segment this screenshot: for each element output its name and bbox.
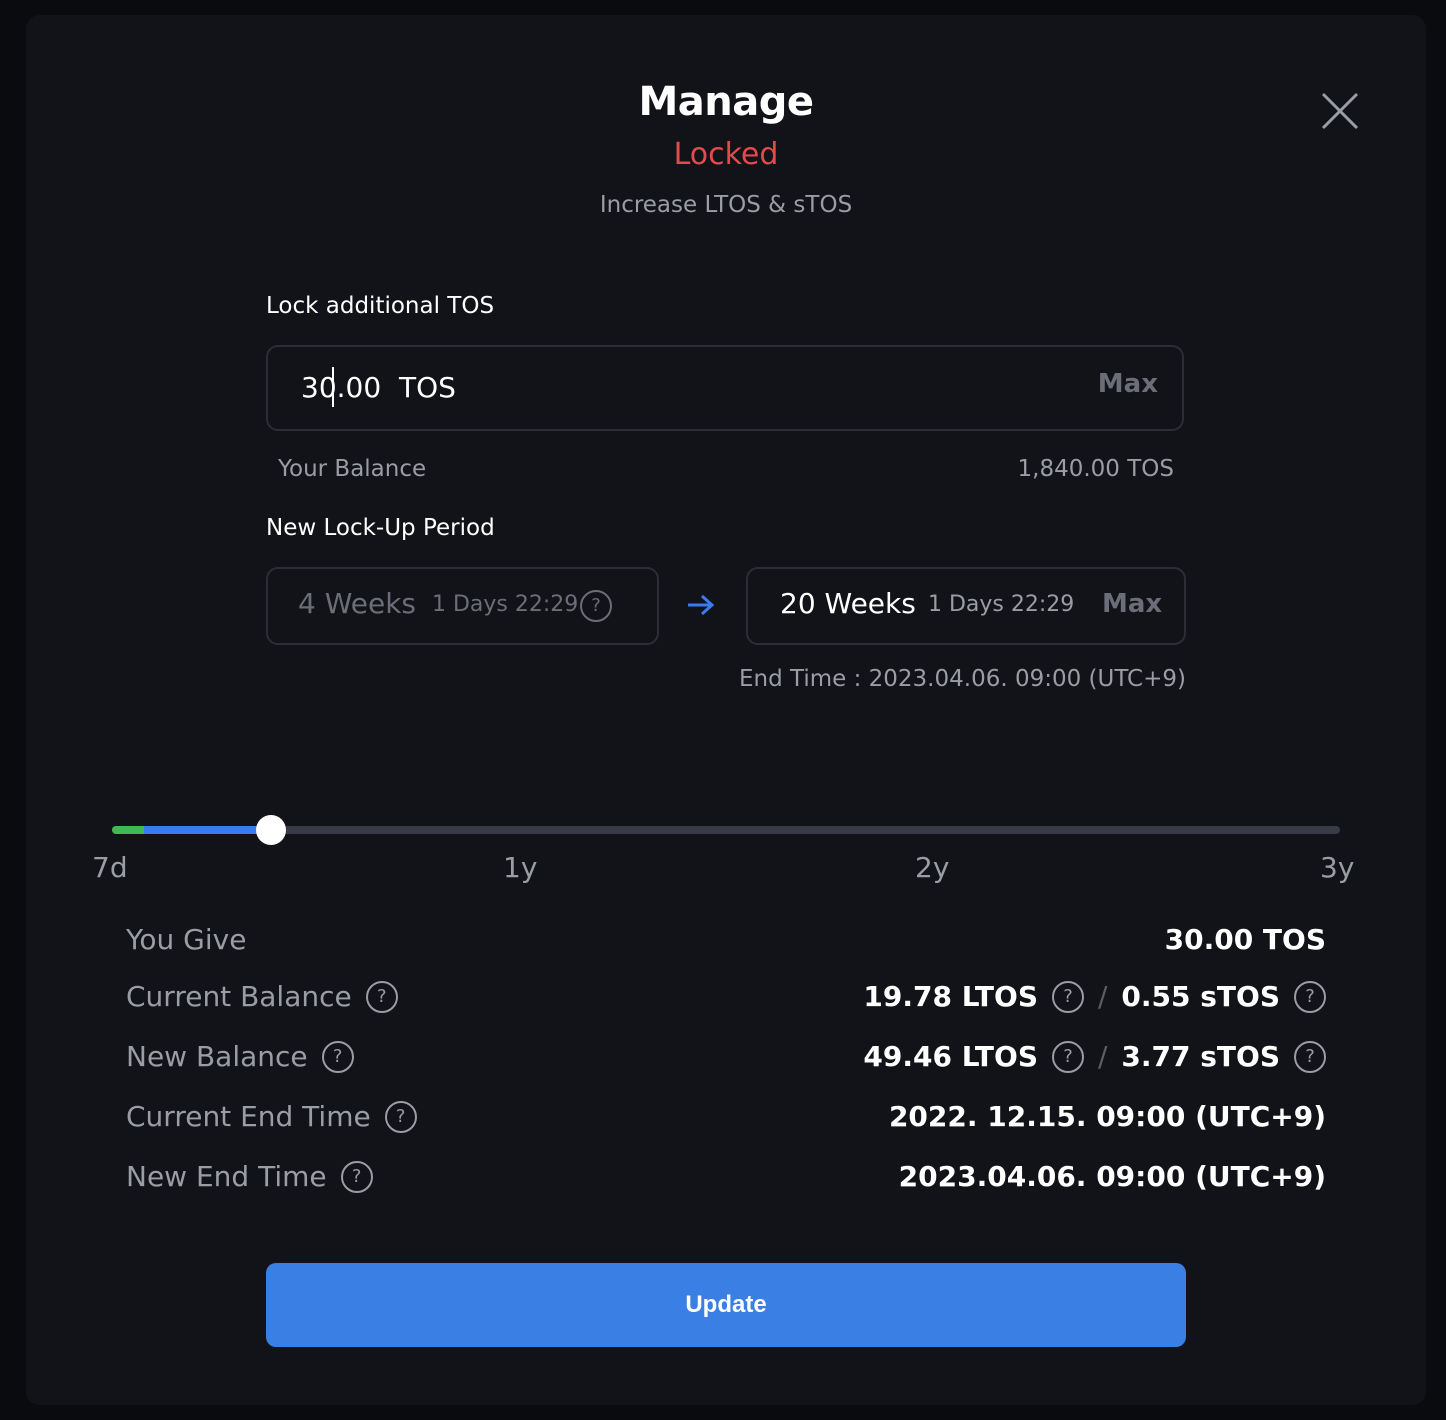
amount-value: 30.00 (301, 371, 382, 404)
tick-label: 7d (92, 851, 128, 884)
new-end-time-value: 2023.04.06. 09:00 (UTC+9) (899, 1160, 1326, 1193)
close-icon[interactable] (1320, 91, 1360, 131)
lock-amount-value: 30.00 TOS (301, 371, 456, 404)
help-circle-icon[interactable]: ? (580, 590, 612, 622)
separator: / (1097, 980, 1108, 1013)
lock-amount-input[interactable]: 30.00 TOS Max (266, 345, 1184, 431)
new-end-time-label: New End Time ? (126, 1160, 373, 1193)
current-days: 1 Days 22:29 (432, 592, 579, 617)
new-balance-value: 49.46 LTOS ? / 3.77 sTOS ? (863, 1040, 1326, 1073)
new-days: 1 Days 22:29 (928, 592, 1075, 617)
tick-label: 3y (1320, 851, 1355, 884)
balance-value: 1,840.00 TOS (1017, 456, 1175, 482)
new-balance-label-text: New Balance (126, 1040, 308, 1073)
help-circle-icon[interactable]: ? (1294, 1040, 1326, 1073)
help-circle-icon[interactable]: ? (1051, 1040, 1084, 1073)
help-circle-icon[interactable]: ? (321, 1040, 354, 1073)
lock-status: Locked (673, 137, 779, 172)
new-balance-label: New Balance ? (126, 1040, 354, 1073)
amount-max-button[interactable]: Max (1098, 369, 1158, 399)
current-end-time-label: Current End Time ? (126, 1100, 417, 1133)
separator: / (1097, 1040, 1108, 1073)
current-end-value-text: 2022. 12.15. 09:00 (UTC+9) (888, 1100, 1326, 1133)
current-balance-label: Current Balance ? (126, 980, 398, 1013)
new-stos: 3.77 sTOS (1121, 1040, 1280, 1073)
help-circle-icon[interactable]: ? (365, 980, 398, 1013)
period-max-button[interactable]: Max (1102, 589, 1162, 619)
new-weeks: 20 Weeks (780, 587, 916, 620)
text-caret (332, 367, 334, 407)
help-circle-icon[interactable]: ? (1294, 980, 1326, 1013)
current-stos: 0.55 sTOS (1121, 980, 1280, 1013)
you-give-value: 30.00 TOS (1165, 923, 1326, 956)
new-period-input[interactable]: 20 Weeks 1 Days 22:29 Max (746, 567, 1186, 645)
tick-label: 2y (915, 851, 950, 884)
lock-period-slider-track[interactable] (112, 826, 1340, 834)
new-end-value-text: 2023.04.06. 09:00 (UTC+9) (898, 1160, 1326, 1193)
slider-added-fill (144, 826, 271, 834)
help-circle-icon[interactable]: ? (340, 1160, 373, 1193)
lock-period-label: New Lock-Up Period (266, 515, 495, 541)
current-balance-label-text: Current Balance (126, 980, 352, 1013)
manage-modal: Manage Locked Increase LTOS & sTOS Lock … (26, 15, 1426, 1405)
you-give-label-text: You Give (126, 923, 247, 956)
arrow-right-icon (686, 593, 716, 621)
help-circle-icon[interactable]: ? (1051, 980, 1084, 1013)
help-circle-icon[interactable]: ? (384, 1100, 417, 1133)
current-end-time-value: 2022. 12.15. 09:00 (UTC+9) (889, 1100, 1326, 1133)
current-end-label-text: Current End Time (126, 1100, 371, 1133)
current-weeks: 4 Weeks (298, 587, 417, 620)
current-ltos: 19.78 LTOS (863, 980, 1038, 1013)
balance-label: Your Balance (278, 456, 427, 482)
current-balance-value: 19.78 LTOS ? / 0.55 sTOS ? (863, 980, 1326, 1013)
tick-label: 1y (503, 851, 538, 884)
modal-title: Manage (638, 79, 814, 125)
you-give-label: You Give (126, 923, 246, 956)
lock-amount-label: Lock additional TOS (266, 293, 495, 319)
new-end-label-text: New End Time (126, 1160, 327, 1193)
slider-current-fill (112, 826, 144, 834)
update-button[interactable]: Update (266, 1263, 1186, 1347)
amount-unit: TOS (398, 371, 456, 404)
you-give-value-text: 30.00 TOS (1164, 923, 1326, 956)
modal-subtitle: Increase LTOS & sTOS (599, 192, 853, 218)
current-period-box: 4 Weeks 1 Days 22:29 ? (266, 567, 659, 645)
slider-thumb[interactable] (256, 815, 286, 845)
new-ltos: 49.46 LTOS (863, 1040, 1038, 1073)
end-time-text: End Time : 2023.04.06. 09:00 (UTC+9) (738, 666, 1186, 692)
